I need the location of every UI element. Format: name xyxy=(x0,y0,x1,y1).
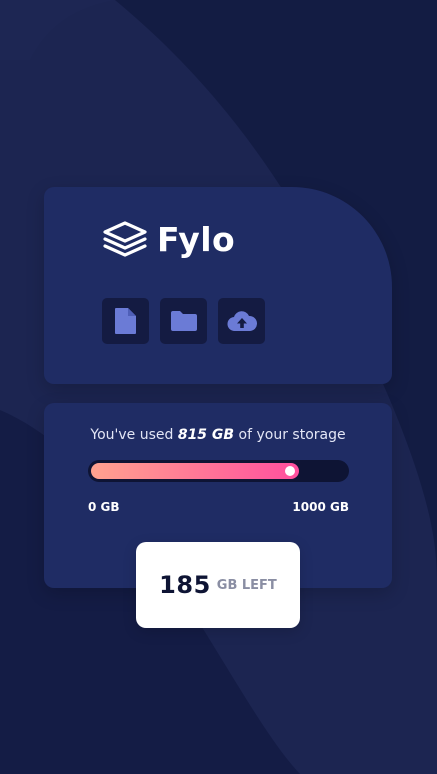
folder-icon xyxy=(170,311,197,331)
usage-amount: 815 GB xyxy=(177,427,235,443)
stacked-layers-icon xyxy=(103,221,147,257)
storage-meter xyxy=(88,460,349,482)
remaining-badge: 185 GB LEFT xyxy=(136,542,300,628)
usage-text: You've used 815 GB of your storage xyxy=(44,427,392,443)
cloud-upload-icon xyxy=(227,311,257,332)
logo-card: Fylo xyxy=(44,187,392,384)
scale-min-label: 0 GB xyxy=(88,500,120,514)
document-button[interactable] xyxy=(102,298,149,344)
background-curves xyxy=(0,0,437,774)
remaining-unit: GB LEFT xyxy=(216,577,277,593)
brand-name: Fylo xyxy=(157,219,236,259)
document-icon xyxy=(114,308,136,334)
usage-prefix: You've used xyxy=(90,427,174,443)
remaining-value: 185 xyxy=(159,571,211,599)
brand: Fylo xyxy=(102,221,235,257)
usage-suffix: of your storage xyxy=(238,427,346,443)
scale-max-label: 1000 GB xyxy=(292,500,349,514)
storage-meter-knob xyxy=(284,466,295,476)
tool-buttons xyxy=(102,298,265,344)
folder-button[interactable] xyxy=(160,298,207,344)
upload-button[interactable] xyxy=(218,298,265,344)
storage-meter-fill xyxy=(91,463,299,479)
